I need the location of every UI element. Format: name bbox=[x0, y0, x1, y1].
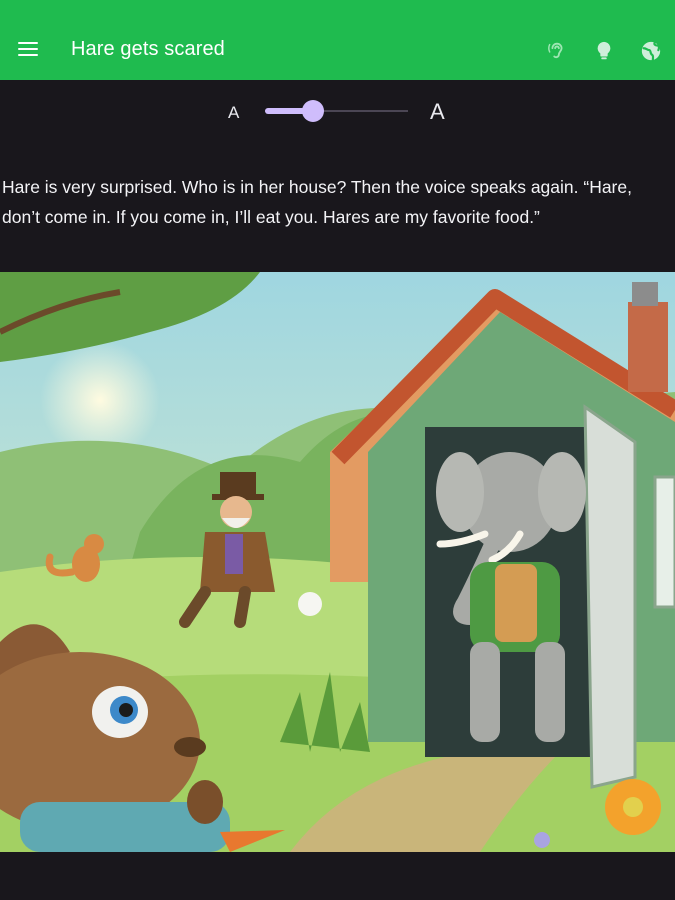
hearing-icon[interactable] bbox=[546, 40, 568, 62]
text-size-large-label: A bbox=[430, 99, 445, 124]
bottom-bar bbox=[0, 852, 675, 900]
page-title: Hare gets scared bbox=[71, 38, 225, 60]
text-size-small-label: A bbox=[228, 103, 240, 122]
story-illustration bbox=[0, 272, 675, 852]
globe-icon[interactable] bbox=[640, 40, 662, 62]
app-bar: Hare gets scared bbox=[0, 0, 675, 80]
story-text: Hare is very surprised. Who is in her ho… bbox=[2, 177, 632, 227]
menu-icon[interactable] bbox=[18, 42, 38, 58]
lightbulb-icon[interactable] bbox=[593, 40, 615, 62]
text-size-slider-thumb[interactable] bbox=[302, 100, 324, 122]
